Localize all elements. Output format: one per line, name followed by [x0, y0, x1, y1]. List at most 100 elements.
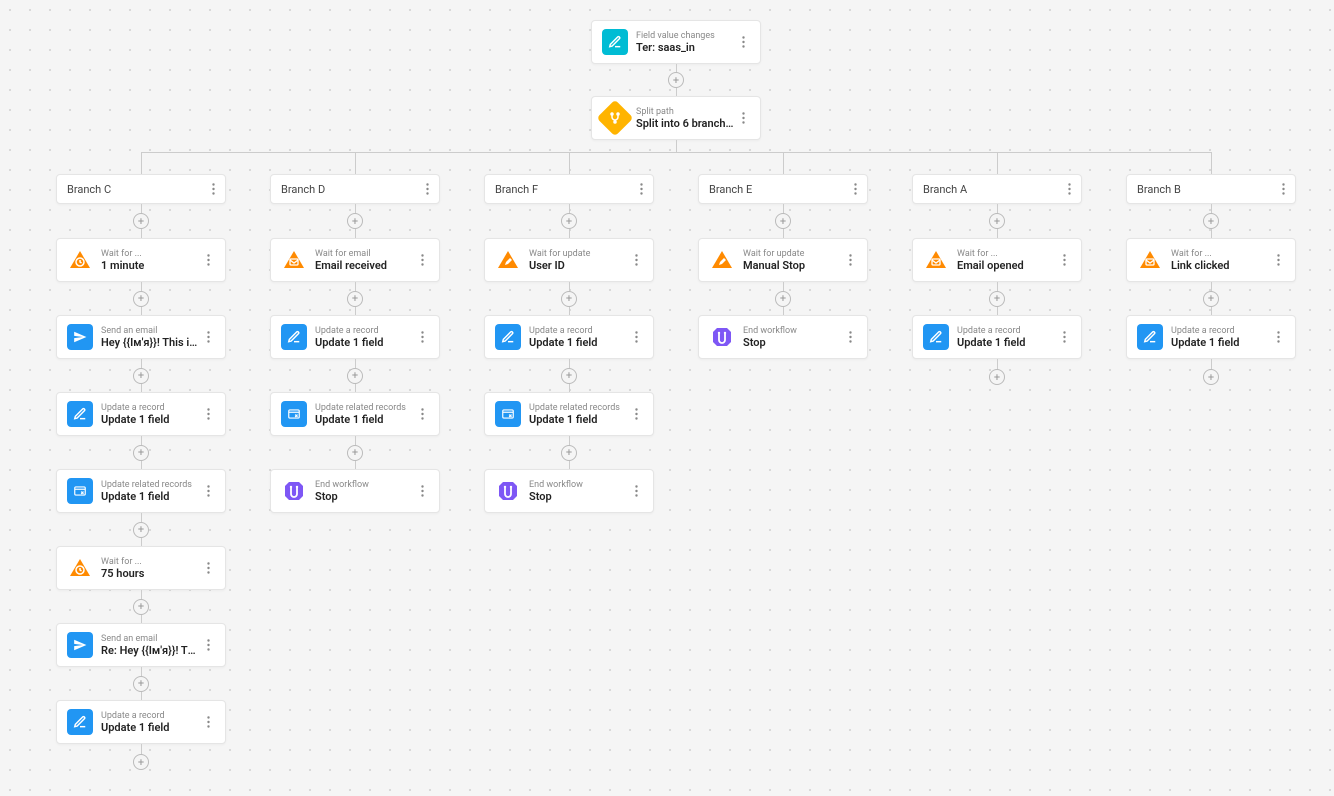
node-menu-button[interactable] [201, 327, 215, 347]
node-menu-button[interactable] [843, 250, 857, 270]
workflow-node[interactable]: Send an emailHey {{Ім'я}}! This is t… [56, 315, 226, 359]
workflow-node[interactable]: Wait for emailEmail received [270, 238, 440, 282]
add-step-button[interactable]: + [775, 291, 791, 307]
node-menu-button[interactable] [201, 250, 215, 270]
branch-menu-button[interactable] [640, 183, 643, 195]
workflow-node[interactable]: Wait for updateUser ID [484, 238, 654, 282]
branch-header[interactable]: Branch B [1126, 174, 1296, 204]
node-menu-button[interactable] [736, 32, 750, 52]
add-step-button[interactable]: + [1203, 369, 1219, 385]
workflow-node[interactable]: Update a recordUpdate 1 field [484, 315, 654, 359]
workflow-node[interactable]: Update a recordUpdate 1 field [56, 392, 226, 436]
node-menu-button[interactable] [629, 404, 643, 424]
node-menu-button[interactable] [415, 327, 429, 347]
branch-menu-button[interactable] [854, 183, 857, 195]
node-type-label: End workflow [743, 326, 843, 336]
node-type-label: Wait for email [315, 249, 415, 259]
add-step-button[interactable]: + [133, 213, 149, 229]
workflow-node[interactable]: Send an emailRe: Hey {{Ім'я}}! This … [56, 623, 226, 667]
workflow-node[interactable]: Update a recordUpdate 1 field [912, 315, 1082, 359]
add-step-button[interactable]: + [133, 599, 149, 615]
branch-header[interactable]: Branch A [912, 174, 1082, 204]
add-step-button[interactable]: + [1203, 291, 1219, 307]
add-step-button[interactable]: + [561, 291, 577, 307]
node-title: Email received [315, 259, 415, 272]
node-title: Update 1 field [101, 413, 201, 426]
add-step-button[interactable]: + [561, 445, 577, 461]
trigger-node[interactable]: Field value changesTer: saas_in [591, 20, 761, 64]
workflow-node[interactable]: Wait for ...1 minute [56, 238, 226, 282]
node-menu-button[interactable] [1057, 250, 1071, 270]
node-title: Update 1 field [101, 490, 201, 503]
workflow-node[interactable]: Update a recordUpdate 1 field [270, 315, 440, 359]
add-step-button[interactable]: + [347, 213, 363, 229]
node-title: 1 minute [101, 259, 201, 272]
connector [783, 152, 784, 174]
branch-menu-button[interactable] [1068, 183, 1071, 195]
node-menu-button[interactable] [201, 558, 215, 578]
update-related-icon [495, 401, 521, 427]
workflow-node[interactable]: Update related recordsUpdate 1 field [56, 469, 226, 513]
branch-menu-button[interactable] [212, 183, 215, 195]
node-title: Manual Stop [743, 259, 843, 272]
node-menu-button[interactable] [629, 481, 643, 501]
workflow-node[interactable]: Update a recordUpdate 1 field [56, 700, 226, 744]
add-step-button[interactable]: + [133, 522, 149, 538]
node-menu-button[interactable] [415, 404, 429, 424]
node-menu-button[interactable] [415, 481, 429, 501]
workflow-node[interactable]: Update a recordUpdate 1 field [1126, 315, 1296, 359]
add-step-button[interactable]: + [989, 369, 1005, 385]
split-node[interactable]: Split pathSplit into 6 branches [591, 96, 761, 140]
branch-header[interactable]: Branch D [270, 174, 440, 204]
add-step-button[interactable]: + [347, 291, 363, 307]
node-menu-button[interactable] [1271, 327, 1285, 347]
node-menu-button[interactable] [1057, 327, 1071, 347]
node-menu-button[interactable] [201, 635, 215, 655]
workflow-node[interactable]: End workflowStop [270, 469, 440, 513]
workflow-node[interactable]: Update related recordsUpdate 1 field [270, 392, 440, 436]
branch-header[interactable]: Branch E [698, 174, 868, 204]
node-menu-button[interactable] [629, 250, 643, 270]
node-menu-button[interactable] [201, 481, 215, 501]
node-menu-button[interactable] [201, 404, 215, 424]
wait-mail-icon [1137, 247, 1163, 273]
branch-header[interactable]: Branch F [484, 174, 654, 204]
add-step-button[interactable]: + [133, 368, 149, 384]
send-icon [67, 324, 93, 350]
node-menu-button[interactable] [201, 712, 215, 732]
add-step-button[interactable]: + [668, 72, 684, 88]
workflow-node[interactable]: Wait for ...Link clicked [1126, 238, 1296, 282]
node-menu-button[interactable] [629, 327, 643, 347]
add-step-button[interactable]: + [133, 445, 149, 461]
branch-menu-button[interactable] [426, 183, 429, 195]
add-step-button[interactable]: + [347, 368, 363, 384]
branch-name: Branch F [495, 183, 538, 196]
add-step-button[interactable]: + [133, 291, 149, 307]
workflow-node[interactable]: Wait for ...75 hours [56, 546, 226, 590]
workflow-node[interactable]: End workflowStop [698, 315, 868, 359]
workflow-node[interactable]: Wait for updateManual Stop [698, 238, 868, 282]
add-step-button[interactable]: + [133, 676, 149, 692]
node-menu-button[interactable] [843, 327, 857, 347]
node-type-label: Update a record [315, 326, 415, 336]
add-step-button[interactable]: + [989, 213, 1005, 229]
add-step-button[interactable]: + [133, 754, 149, 770]
add-step-button[interactable]: + [347, 445, 363, 461]
add-step-button[interactable]: + [989, 291, 1005, 307]
add-step-button[interactable]: + [775, 213, 791, 229]
add-step-button[interactable]: + [1203, 213, 1219, 229]
update-icon [923, 324, 949, 350]
branch-menu-button[interactable] [1282, 183, 1285, 195]
workflow-node[interactable]: End workflowStop [484, 469, 654, 513]
node-menu-button[interactable] [736, 108, 750, 128]
node-menu-button[interactable] [415, 250, 429, 270]
workflow-node[interactable]: Update related recordsUpdate 1 field [484, 392, 654, 436]
node-menu-button[interactable] [1271, 250, 1285, 270]
update-icon [67, 709, 93, 735]
add-step-button[interactable]: + [561, 368, 577, 384]
branch-header[interactable]: Branch C [56, 174, 226, 204]
stop-icon [495, 478, 521, 504]
add-step-button[interactable]: + [561, 213, 577, 229]
node-type-label: Wait for ... [101, 557, 201, 567]
workflow-node[interactable]: Wait for ...Email opened [912, 238, 1082, 282]
